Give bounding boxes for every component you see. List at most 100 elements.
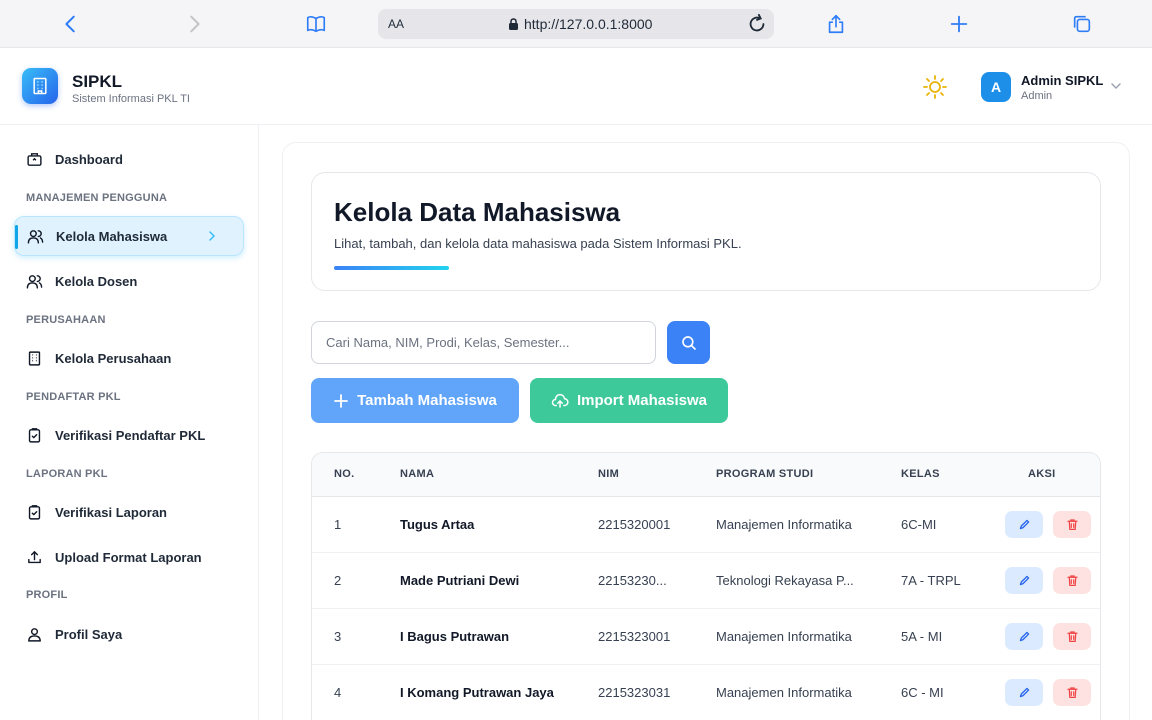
user-name[interactable]: Admin SIPKL — [1021, 73, 1103, 88]
sidebar-item-upload-format[interactable]: Upload Format Laporan — [14, 537, 244, 577]
cell-no: 4 — [334, 685, 342, 700]
cell-no: 2 — [334, 573, 342, 588]
cell-nama: Made Putriani Dewi — [400, 573, 520, 588]
chevron-right-icon — [209, 231, 216, 241]
search-input[interactable] — [311, 321, 656, 364]
column-header-kelas: KELAS — [901, 468, 940, 480]
cell-prodi: Manajemen Informatika — [716, 685, 852, 700]
cell-nim: 2215323031 — [598, 685, 671, 700]
section-label-profile: PROFIL — [26, 589, 68, 601]
reload-icon[interactable] — [746, 13, 768, 35]
building-icon — [28, 350, 41, 366]
brand-name[interactable]: SIPKL — [72, 72, 122, 92]
pencil-icon — [1019, 687, 1029, 698]
add-student-button[interactable]: Tambah Mahasiswa — [311, 378, 519, 423]
new-tab-icon[interactable] — [945, 10, 973, 38]
avatar[interactable]: A — [981, 72, 1011, 102]
cell-nama: I Komang Putrawan Jaya — [400, 685, 554, 700]
column-header-nim: NIM — [598, 468, 620, 480]
import-student-button[interactable]: Import Mahasiswa — [530, 378, 728, 423]
sidebar-item-kelola-dosen[interactable]: Kelola Dosen — [14, 261, 244, 301]
sidebar-item-label: Profil Saya — [55, 626, 123, 642]
trash-icon — [1066, 631, 1078, 642]
cell-nama: Tugus Artaa — [400, 517, 475, 532]
page-header-card: Kelola Data Mahasiswa Lihat, tambah, dan… — [311, 172, 1101, 291]
cell-no: 1 — [334, 517, 342, 532]
sidebar-item-verifikasi-pendaftar[interactable]: Verifikasi Pendaftar PKL — [14, 415, 244, 455]
clipboard-check-icon — [28, 427, 41, 443]
import-student-label: Import Mahasiswa — [576, 392, 708, 409]
sun-icon[interactable] — [922, 74, 948, 100]
title-accent-bar — [334, 266, 449, 270]
upload-icon — [28, 550, 41, 563]
column-header-nama: NAMA — [400, 468, 435, 480]
delete-button[interactable] — [1053, 511, 1091, 538]
forward-icon[interactable] — [180, 10, 208, 38]
sidebar-item-verifikasi-laporan[interactable]: Verifikasi Laporan — [14, 492, 244, 532]
edit-button[interactable] — [1005, 623, 1043, 650]
trash-icon — [1066, 575, 1078, 586]
cell-nama: I Bagus Putrawan — [400, 629, 510, 644]
sidebar-item-profil-saya[interactable]: Profil Saya — [14, 614, 244, 654]
section-label-report: LAPORAN PKL — [26, 468, 108, 480]
building-logo-icon[interactable] — [22, 68, 58, 104]
back-icon[interactable] — [57, 10, 85, 38]
edit-button[interactable] — [1005, 511, 1043, 538]
sidebar-item-label: Kelola Mahasiswa — [56, 228, 168, 244]
sidebar-item-label: Verifikasi Pendaftar PKL — [55, 427, 206, 443]
sidebar-item-kelola-perusahaan[interactable]: Kelola Perusahaan — [14, 338, 244, 378]
tabs-overview-icon[interactable] — [1068, 10, 1096, 38]
share-icon[interactable] — [822, 10, 850, 38]
clipboard-check-icon — [28, 504, 41, 520]
cell-kelas: 7A - TRPL — [901, 573, 961, 588]
sidebar-item-label: Kelola Dosen — [55, 273, 138, 289]
cell-kelas: 6C - MI — [901, 685, 944, 700]
column-header-prodi: PROGRAM STUDI — [716, 468, 814, 480]
plus-icon — [334, 393, 349, 408]
user-role: Admin — [1021, 90, 1053, 102]
add-student-label: Tambah Mahasiswa — [357, 392, 497, 409]
cell-kelas: 5A - MI — [901, 629, 943, 644]
delete-button[interactable] — [1053, 623, 1091, 650]
text-size-label[interactable]: AA — [388, 17, 404, 31]
sidebar-item-label: Verifikasi Laporan — [55, 504, 167, 520]
cell-nim: 2215320001 — [598, 517, 671, 532]
bookmarks-icon[interactable] — [302, 10, 330, 38]
cell-nim: 2215323001 — [598, 629, 671, 644]
delete-button[interactable] — [1053, 567, 1091, 594]
pencil-icon — [1019, 575, 1029, 586]
column-header-no: NO. — [334, 468, 355, 480]
url-text: http://127.0.0.1:8000 — [508, 16, 652, 32]
trash-icon — [1066, 687, 1078, 698]
search-icon — [681, 335, 696, 350]
column-header-aksi: AKSI — [1028, 468, 1056, 480]
cell-no: 3 — [334, 629, 342, 644]
cell-prodi: Teknologi Rekayasa P... — [716, 573, 854, 588]
pencil-icon — [1019, 631, 1029, 642]
search-button[interactable] — [667, 321, 710, 364]
section-label-company: PERUSAHAAN — [26, 314, 106, 326]
sidebar-item-dashboard[interactable]: Dashboard — [14, 139, 244, 179]
sidebar-item-kelola-mahasiswa[interactable]: Kelola Mahasiswa — [14, 216, 244, 256]
lock-icon — [509, 18, 518, 30]
delete-button[interactable] — [1053, 679, 1091, 706]
chevron-down-icon[interactable] — [1110, 80, 1122, 92]
cell-prodi: Manajemen Informatika — [716, 629, 852, 644]
edit-button[interactable] — [1005, 567, 1043, 594]
page-title: Kelola Data Mahasiswa — [334, 197, 621, 227]
cell-nim: 22153230... — [598, 573, 667, 588]
table-row: 1 Tugus Artaa 2215320001 Manajemen Infor… — [312, 497, 1100, 553]
pencil-icon — [1019, 519, 1029, 530]
page-description: Lihat, tambah, dan kelola data mahasiswa… — [334, 236, 742, 251]
table-header: NO. NAMA NIM PROGRAM STUDI KELAS AKSI — [312, 453, 1100, 497]
address-bar[interactable]: AA http://127.0.0.1:8000 — [378, 9, 774, 39]
trash-icon — [1066, 519, 1078, 530]
table-row: 4 I Komang Putrawan Jaya 2215323031 Mana… — [312, 665, 1100, 720]
edit-button[interactable] — [1005, 679, 1043, 706]
users-icon — [27, 229, 44, 244]
sidebar-item-label: Kelola Perusahaan — [55, 350, 172, 366]
user-icon — [28, 627, 41, 642]
students-table: NO. NAMA NIM PROGRAM STUDI KELAS AKSI 1 … — [311, 452, 1101, 720]
section-label-registrant: PENDAFTAR PKL — [26, 391, 121, 403]
section-label-users: MANAJEMEN PENGGUNA — [26, 192, 168, 204]
